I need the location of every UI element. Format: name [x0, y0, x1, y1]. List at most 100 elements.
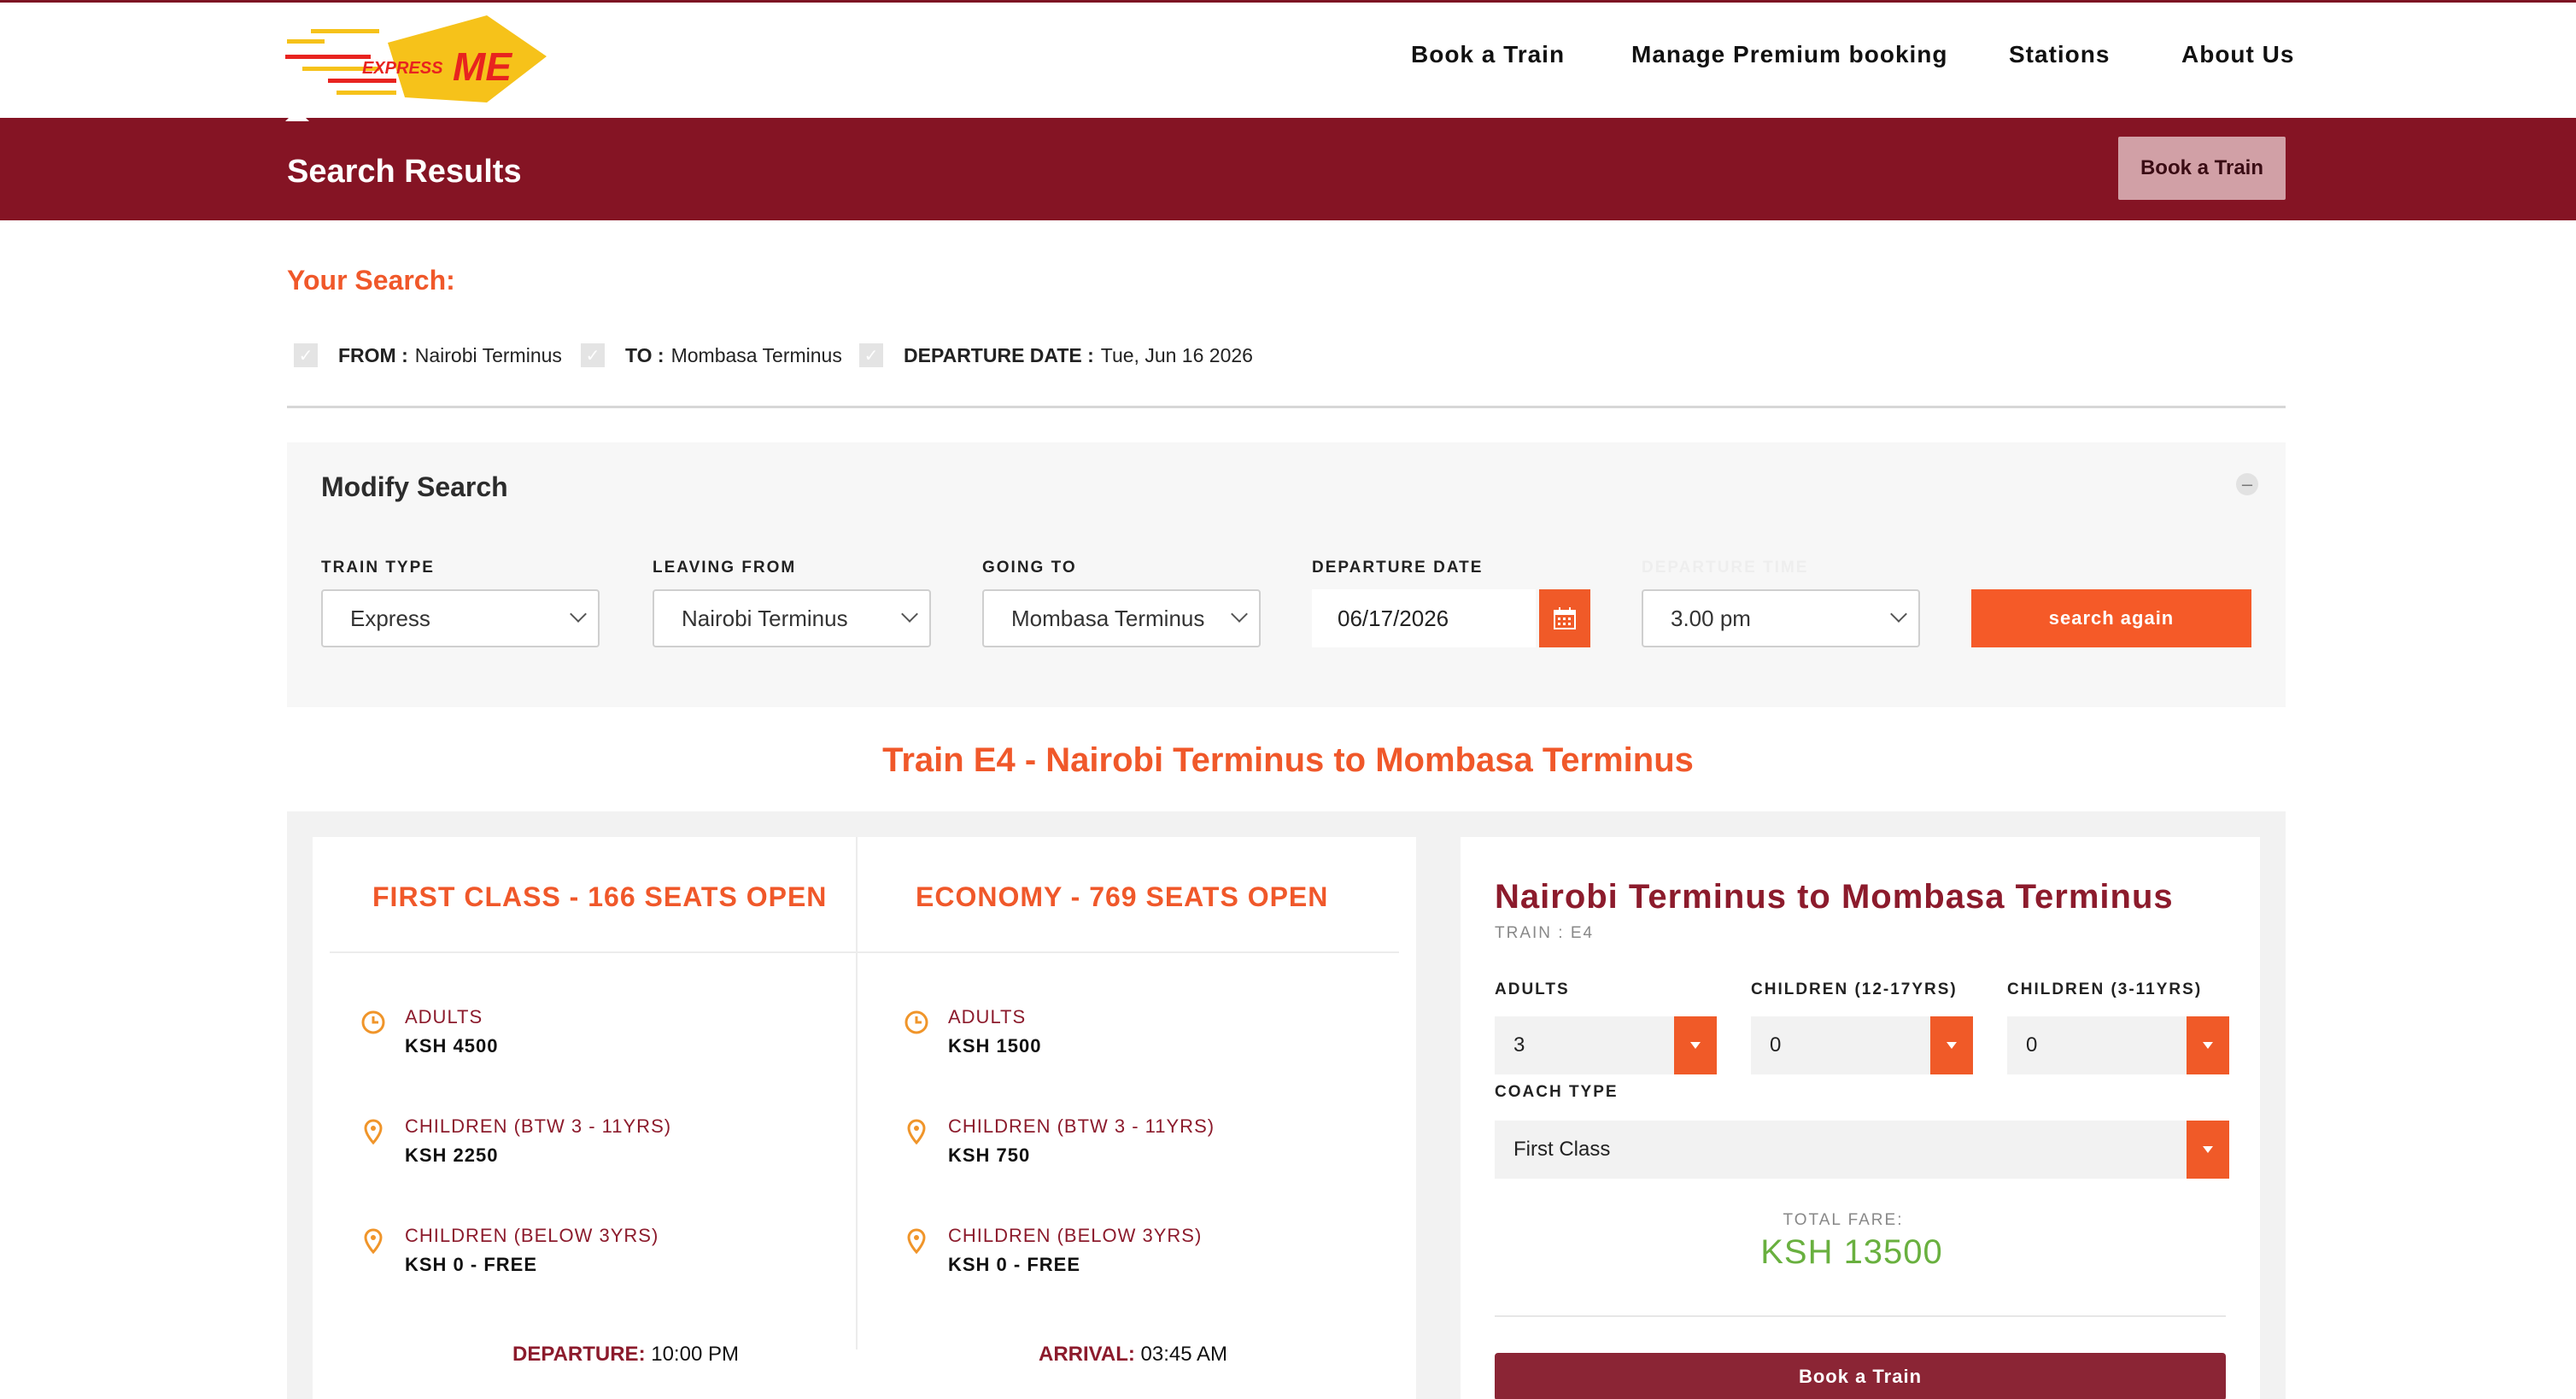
dropdown-arrow-icon [1674, 1016, 1717, 1074]
logo-caret [285, 109, 309, 121]
logo-text-express: EXPRESS [362, 59, 443, 78]
nav-about-us[interactable]: About Us [2181, 41, 2294, 68]
calendar-icon-graphic [1554, 607, 1576, 629]
children-3-11-label: CHILDREN (3-11YRS) [2007, 980, 2203, 998]
children-12-17-select[interactable]: 0 [1751, 1016, 1973, 1074]
coach-type-label: COACH TYPE [1495, 1083, 1619, 1101]
check-icon: ✓ [294, 343, 318, 367]
departure-time-value: 10:00 PM [651, 1343, 739, 1366]
departure-date-input[interactable]: 06/17/2026 [1312, 589, 1536, 647]
fare-label: CHILDREN (BELOW 3YRS) [948, 1225, 1203, 1246]
fare-label: CHILDREN (BTW 3 - 11YRS) [405, 1115, 672, 1137]
search-criterion-from: ✓ FROM : Nairobi Terminus [294, 343, 562, 367]
select-value: Express [350, 605, 430, 631]
chevron-down-icon [901, 606, 918, 623]
clock-icon [905, 1010, 928, 1034]
divider [287, 406, 2286, 408]
fare-label: ADULTS [405, 1006, 483, 1027]
select-value: 3.00 pm [1671, 605, 1751, 631]
arrival-time-label: ARRIVAL: [1039, 1343, 1135, 1366]
chevron-down-icon [1890, 606, 1907, 623]
logo-graphic: EXPRESS ME [285, 15, 547, 102]
logo-text-me: ME [453, 44, 512, 89]
check-icon: ✓ [859, 343, 883, 367]
fare-value: KSH 4500 [405, 1035, 499, 1057]
select-value: 3 [1513, 1033, 1525, 1057]
booking-train-number: TRAIN : E4 [1495, 924, 1595, 942]
arrival-time-value: 03:45 AM [1140, 1343, 1227, 1366]
select-value: Mombasa Terminus [1011, 605, 1205, 631]
leaving-from-label: LEAVING FROM [653, 559, 797, 577]
adults-select[interactable]: 3 [1495, 1016, 1717, 1074]
leaving-from-select[interactable]: Nairobi Terminus [653, 589, 931, 647]
departure-time-label: DEPARTURE TIME [1642, 559, 1809, 577]
nav-manage-premium-booking[interactable]: Manage Premium booking [1631, 41, 1948, 68]
criterion-key: TO : [625, 343, 664, 366]
first-class-title: FIRST CLASS - 166 SEATS OPEN [372, 881, 828, 912]
criterion-value: Tue, Jun 16 2026 [1100, 343, 1253, 366]
fare-value: KSH 0 - FREE [948, 1254, 1081, 1275]
fare-value: KSH 0 - FREE [405, 1254, 538, 1275]
row-divider [330, 951, 1399, 953]
search-criterion-to: ✓ TO : Mombasa Terminus [581, 343, 842, 367]
departure-time-select[interactable]: 3.00 pm [1642, 589, 1920, 647]
express-me-logo[interactable]: EXPRESS ME [285, 10, 547, 111]
column-divider [856, 837, 858, 1349]
children-12-17-label: CHILDREN (12-17YRS) [1751, 980, 1958, 998]
pin-icon [364, 1119, 383, 1144]
calendar-icon[interactable] [1539, 589, 1590, 647]
chevron-down-icon [1231, 606, 1248, 623]
select-value: First Class [1513, 1138, 1611, 1161]
select-value: 0 [1770, 1033, 1782, 1057]
departure-date-label: DEPARTURE DATE [1312, 559, 1484, 577]
total-fare-label: TOTAL FARE: [1783, 1211, 1904, 1229]
banner-book-train-button[interactable]: Book a Train [2118, 137, 2286, 200]
pin-icon [907, 1228, 926, 1254]
search-again-button[interactable]: search again [1971, 589, 2251, 647]
dropdown-arrow-icon [1930, 1016, 1973, 1074]
train-type-label: TRAIN TYPE [321, 559, 435, 577]
fare-label: ADULTS [948, 1006, 1027, 1027]
book-train-button[interactable]: Book a Train [1495, 1353, 2226, 1399]
nav-stations[interactable]: Stations [2009, 41, 2110, 68]
criterion-key: DEPARTURE DATE : [904, 343, 1094, 366]
divider [1495, 1315, 2226, 1317]
going-to-label: GOING TO [982, 559, 1077, 577]
modify-search-panel: Modify Search – TRAIN TYPE Express LEAVI… [287, 442, 2286, 707]
clock-icon [361, 1010, 385, 1034]
page-title: Search Results [287, 154, 522, 190]
fare-label: CHILDREN (BELOW 3YRS) [405, 1225, 659, 1246]
results-panel: FIRST CLASS - 166 SEATS OPEN ADULTS KSH … [287, 811, 2286, 1399]
adults-label: ADULTS [1495, 980, 1570, 998]
criterion-key: FROM : [338, 343, 408, 366]
booking-route-title: Nairobi Terminus to Mombasa Terminus [1495, 878, 2174, 916]
your-search-heading: Your Search: [287, 265, 455, 296]
arrival-time: ARRIVAL: 03:45 AM [1039, 1343, 1227, 1367]
dropdown-arrow-icon [2187, 1016, 2229, 1074]
train-type-select[interactable]: Express [321, 589, 600, 647]
select-value: Nairobi Terminus [682, 605, 848, 631]
total-fare-value: KSH 13500 [1760, 1233, 1943, 1271]
fare-value: KSH 2250 [405, 1144, 499, 1166]
pin-icon [907, 1119, 926, 1144]
select-value: 0 [2026, 1033, 2038, 1057]
search-criterion-date: ✓ DEPARTURE DATE : Tue, Jun 16 2026 [859, 343, 1253, 367]
modify-search-title: Modify Search [321, 471, 508, 502]
check-icon: ✓ [581, 343, 605, 367]
children-3-11-select[interactable]: 0 [2007, 1016, 2229, 1074]
criterion-value: Mombasa Terminus [670, 343, 842, 366]
chevron-down-icon [570, 606, 587, 623]
collapse-icon[interactable]: – [2236, 473, 2258, 495]
economy-title: ECONOMY - 769 SEATS OPEN [916, 881, 1329, 912]
departure-time-label: DEPARTURE: [512, 1343, 646, 1366]
nav-book-a-train[interactable]: Book a Train [1411, 41, 1565, 68]
coach-type-select[interactable]: First Class [1495, 1121, 2229, 1179]
fares-table: FIRST CLASS - 166 SEATS OPEN ADULTS KSH … [313, 837, 1416, 1399]
going-to-select[interactable]: Mombasa Terminus [982, 589, 1261, 647]
fare-value: KSH 1500 [948, 1035, 1042, 1057]
train-title: Train E4 - Nairobi Terminus to Mombasa T… [882, 741, 1694, 779]
fare-label: CHILDREN (BTW 3 - 11YRS) [948, 1115, 1215, 1137]
booking-card: Nairobi Terminus to Mombasa Terminus TRA… [1461, 837, 2260, 1399]
criterion-value: Nairobi Terminus [414, 343, 562, 366]
departure-time: DEPARTURE: 10:00 PM [512, 1343, 739, 1367]
